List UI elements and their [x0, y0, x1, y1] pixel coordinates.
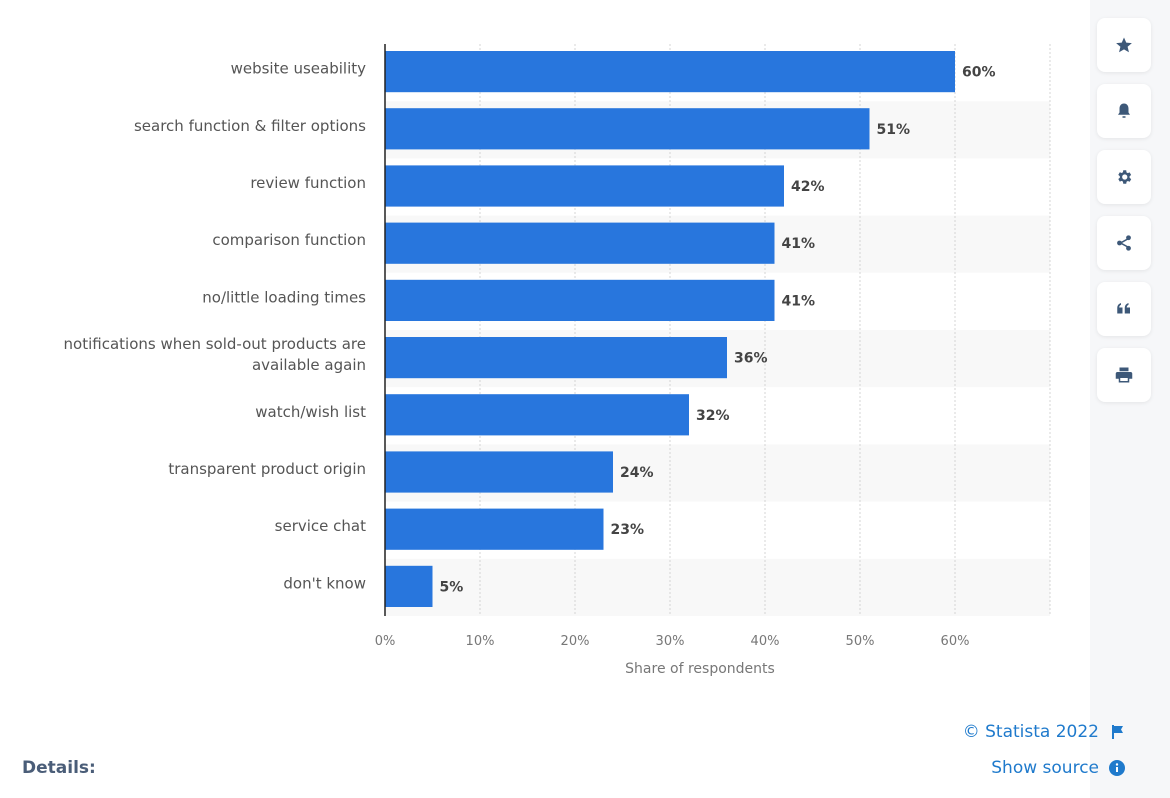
value-label: 32%	[696, 408, 730, 424]
info-icon	[1109, 760, 1125, 776]
bell-icon	[1118, 103, 1130, 118]
notification-button[interactable]	[1097, 84, 1151, 138]
print-button[interactable]	[1097, 348, 1151, 402]
bar-chart: 60% 51% 42% 41% 41% 36% 32% 24% 23% 5% website us…	[64, 44, 1051, 677]
details-heading: Details:	[22, 758, 96, 778]
category-label: don't know	[283, 574, 366, 592]
gear-icon	[1118, 170, 1132, 184]
bar[interactable]	[385, 337, 727, 379]
bar[interactable]	[385, 565, 433, 607]
category-label: service chat	[275, 517, 366, 535]
share-icon	[1117, 235, 1131, 251]
value-label: 5%	[440, 579, 464, 595]
category-label: transparent product origin	[168, 460, 366, 478]
settings-button[interactable]	[1097, 150, 1151, 204]
row-band	[385, 558, 1050, 616]
category-label: review function	[250, 174, 366, 192]
value-label: 24%	[620, 465, 654, 481]
value-label: 51%	[877, 122, 911, 138]
value-label: 41%	[782, 293, 816, 309]
category-label: watch/wish list	[255, 403, 366, 421]
x-tick-label: 40%	[751, 634, 780, 649]
quote-icon	[1117, 303, 1130, 314]
value-label: 41%	[782, 236, 816, 252]
value-label: 60%	[962, 65, 996, 81]
x-tick-labels: 0% 10% 20% 30% 40% 50% 60%	[375, 634, 970, 649]
copyright-text: © Statista 2022	[962, 722, 1099, 742]
x-tick-label: 50%	[846, 634, 875, 649]
category-labels: website useability search function & filt…	[64, 60, 367, 593]
cite-button[interactable]	[1097, 282, 1151, 336]
bar[interactable]	[385, 51, 955, 93]
category-label: available again	[252, 356, 366, 374]
x-tick-label: 20%	[561, 634, 590, 649]
bar[interactable]	[385, 279, 775, 321]
bar[interactable]	[385, 165, 784, 207]
bar[interactable]	[385, 108, 870, 150]
x-tick-label: 10%	[466, 634, 495, 649]
bar[interactable]	[385, 394, 689, 436]
bar[interactable]	[385, 222, 775, 264]
copyright-link[interactable]: © Statista 2022	[963, 722, 1125, 742]
x-tick-label: 30%	[656, 634, 685, 649]
value-label: 23%	[611, 522, 645, 538]
value-label: 42%	[791, 179, 825, 195]
star-icon	[1116, 37, 1132, 53]
category-label: website useability	[231, 60, 367, 78]
category-label: search function & filter options	[134, 117, 366, 135]
x-tick-label: 60%	[941, 634, 970, 649]
bar[interactable]	[385, 451, 613, 493]
flag-icon	[1112, 725, 1123, 739]
category-label: comparison function	[212, 231, 366, 249]
show-source-button[interactable]: Show source	[991, 758, 1125, 778]
printer-icon	[1115, 367, 1133, 383]
value-label: 36%	[734, 351, 768, 367]
category-label: no/little loading times	[202, 288, 366, 306]
bar[interactable]	[385, 508, 604, 550]
x-tick-label: 0%	[375, 634, 396, 649]
favorite-button[interactable]	[1097, 18, 1151, 72]
share-button[interactable]	[1097, 216, 1151, 270]
category-label: notifications when sold-out products are	[64, 335, 366, 353]
show-source-label: Show source	[991, 758, 1099, 778]
x-axis-title: Share of respondents	[625, 661, 775, 677]
